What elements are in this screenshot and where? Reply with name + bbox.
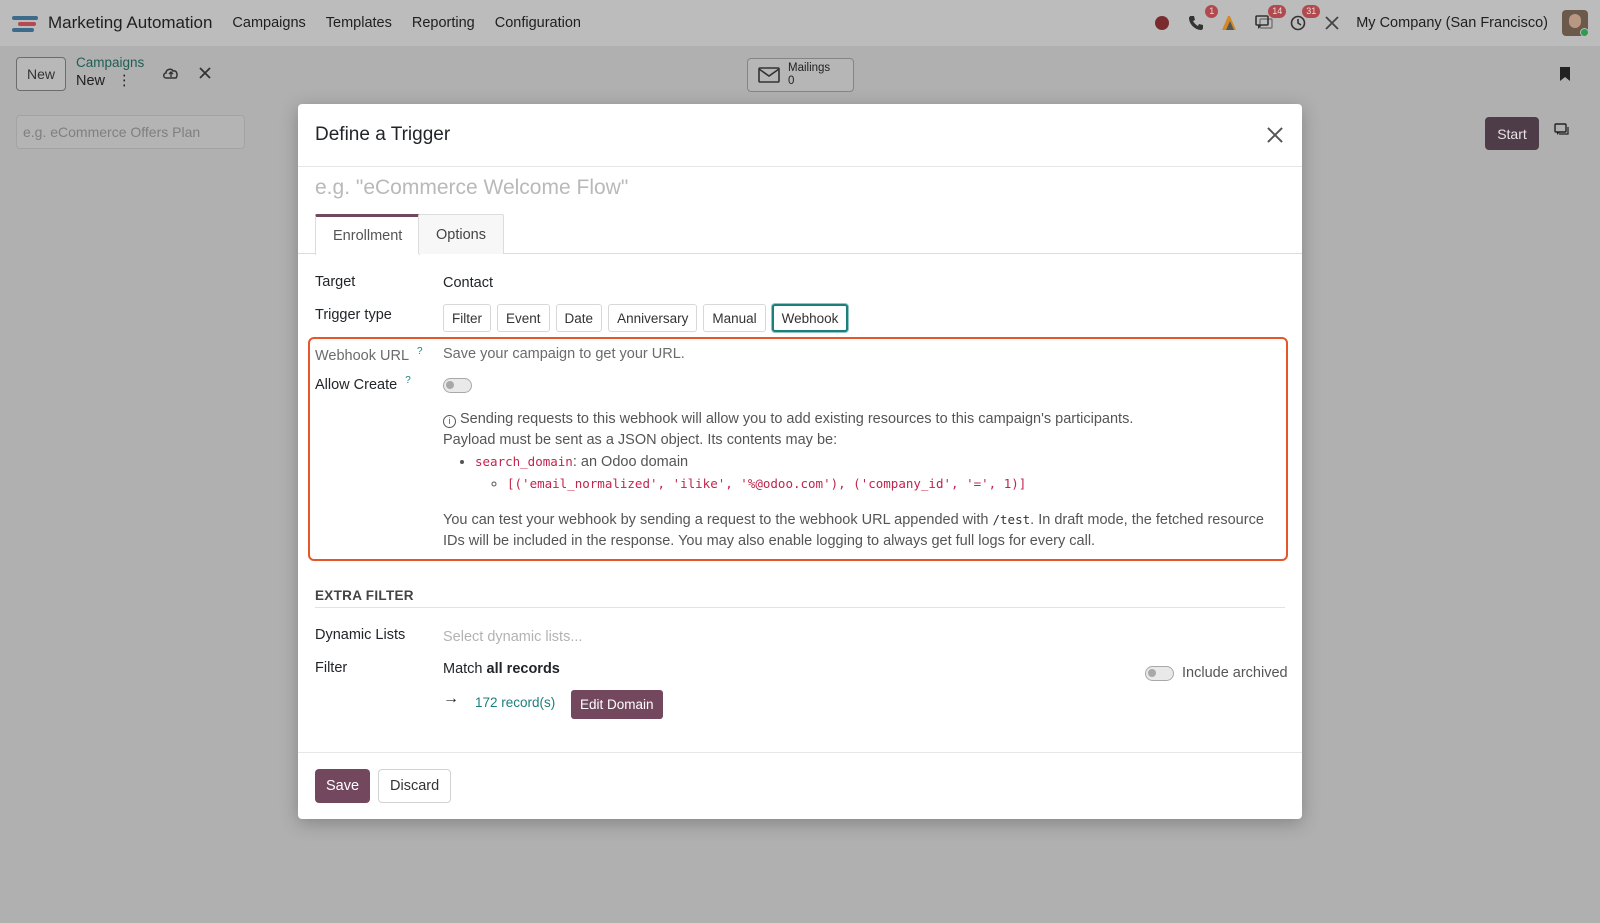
- trigger-filter-button[interactable]: Filter: [443, 304, 491, 332]
- company-switcher[interactable]: My Company (San Francisco): [1356, 15, 1548, 31]
- menu-reporting[interactable]: Reporting: [412, 15, 475, 31]
- mailings-label: Mailings: [788, 62, 831, 74]
- trigger-event-button[interactable]: Event: [497, 304, 550, 332]
- include-archived-toggle[interactable]: [1145, 665, 1174, 681]
- tab-enrollment[interactable]: Enrollment: [315, 214, 421, 255]
- mailings-count: 0: [788, 75, 795, 87]
- arrow-right-icon: →: [443, 690, 459, 707]
- webhook-url-value: Save your campaign to get your URL.: [443, 346, 685, 362]
- define-trigger-dialog: Define a Trigger e.g. "eCommerce Welcome…: [298, 104, 1302, 819]
- dialog-title: Define a Trigger: [315, 124, 451, 145]
- trigger-anniversary-button[interactable]: Anniversary: [608, 304, 698, 332]
- trigger-manual-button[interactable]: Manual: [703, 304, 766, 332]
- app-logo-icon[interactable]: [12, 13, 40, 33]
- webhook-url-help-icon[interactable]: ?: [417, 346, 423, 357]
- messages-badge: 14: [1268, 5, 1287, 18]
- save-button[interactable]: Save: [315, 769, 371, 803]
- trigger-name-input[interactable]: e.g. "eCommerce Welcome Flow": [315, 176, 1215, 200]
- envelope-icon: [758, 67, 780, 83]
- tab-bar: Enrollment Options: [298, 214, 1302, 255]
- allow-create-label: Allow Create?: [315, 375, 411, 393]
- top-navbar: Marketing Automation Campaigns Templates…: [0, 0, 1600, 46]
- discard-button[interactable]: Discard: [378, 769, 452, 803]
- clock-icon[interactable]: 31: [1288, 5, 1321, 33]
- tools-icon[interactable]: [1322, 13, 1342, 33]
- discard-close-icon[interactable]: [198, 66, 212, 85]
- dynamic-lists-input[interactable]: Select dynamic lists...: [443, 629, 582, 645]
- include-archived-label: Include archived: [1182, 665, 1288, 681]
- webhook-info-text: i Sending requests to this webhook will a…: [443, 409, 1288, 552]
- search-domain-key: search_domain: [475, 454, 573, 469]
- record-icon[interactable]: [1152, 13, 1172, 33]
- extra-filter-heading: EXTRA FILTER: [315, 588, 414, 603]
- online-status-dot: [1580, 28, 1588, 36]
- webhook-url-label: Webhook URL?: [315, 346, 423, 364]
- trigger-type-selector: Filter Event Date Anniversary Manual Web…: [443, 304, 849, 332]
- edit-domain-button[interactable]: Edit Domain: [571, 690, 663, 719]
- dynamic-lists-label: Dynamic Lists: [315, 627, 406, 643]
- domain-example: [('email_normalized', 'ilike', '%@odoo.c…: [507, 476, 1027, 491]
- new-button[interactable]: New: [16, 57, 66, 91]
- user-avatar[interactable]: [1562, 10, 1588, 36]
- dialog-footer: Save Discard: [298, 752, 1302, 819]
- allow-create-help-icon[interactable]: ?: [405, 375, 411, 386]
- app-name[interactable]: Marketing Automation: [48, 13, 212, 33]
- menu-templates[interactable]: Templates: [326, 15, 392, 31]
- test-suffix-code: /test: [992, 512, 1031, 527]
- menu-configuration[interactable]: Configuration: [495, 15, 581, 31]
- trigger-webhook-button[interactable]: Webhook: [771, 304, 849, 332]
- plan-name-input[interactable]: e.g. eCommerce Offers Plan: [16, 115, 245, 149]
- section-divider: [315, 607, 1285, 608]
- records-count-link[interactable]: 172 record(s): [475, 695, 555, 710]
- tab-options[interactable]: Options: [418, 214, 504, 254]
- mailings-smart-button[interactable]: Mailings 0: [747, 58, 854, 92]
- match-records-text: Match all records: [443, 661, 560, 677]
- activities-badge: 31: [1302, 5, 1321, 18]
- filter-label: Filter: [315, 660, 348, 676]
- trigger-date-button[interactable]: Date: [555, 304, 603, 332]
- include-archived: Include archived: [1145, 665, 1288, 681]
- target-label: Target: [315, 274, 356, 290]
- phone-icon[interactable]: 1: [1186, 5, 1219, 33]
- messages-icon[interactable]: 14: [1254, 5, 1287, 33]
- save-cloud-icon[interactable]: [162, 66, 180, 85]
- trigger-type-label: Trigger type: [315, 307, 392, 323]
- target-value[interactable]: Contact: [443, 275, 493, 291]
- ai-icon[interactable]: [1220, 13, 1240, 33]
- more-actions-icon[interactable]: ⋮: [117, 73, 132, 89]
- menu-campaigns[interactable]: Campaigns: [232, 15, 305, 31]
- close-icon[interactable]: [1265, 125, 1285, 145]
- chatter-icon[interactable]: [1554, 123, 1570, 141]
- breadcrumb-campaigns[interactable]: Campaigns: [76, 55, 144, 70]
- calls-badge: 1: [1205, 5, 1219, 18]
- breadcrumb: Campaigns New ⋮: [76, 55, 144, 89]
- start-button[interactable]: Start: [1485, 117, 1539, 150]
- allow-create-toggle[interactable]: [443, 378, 472, 393]
- bookmark-icon[interactable]: [1558, 66, 1572, 87]
- breadcrumb-current: New: [76, 73, 106, 89]
- info-icon: i: [443, 415, 456, 428]
